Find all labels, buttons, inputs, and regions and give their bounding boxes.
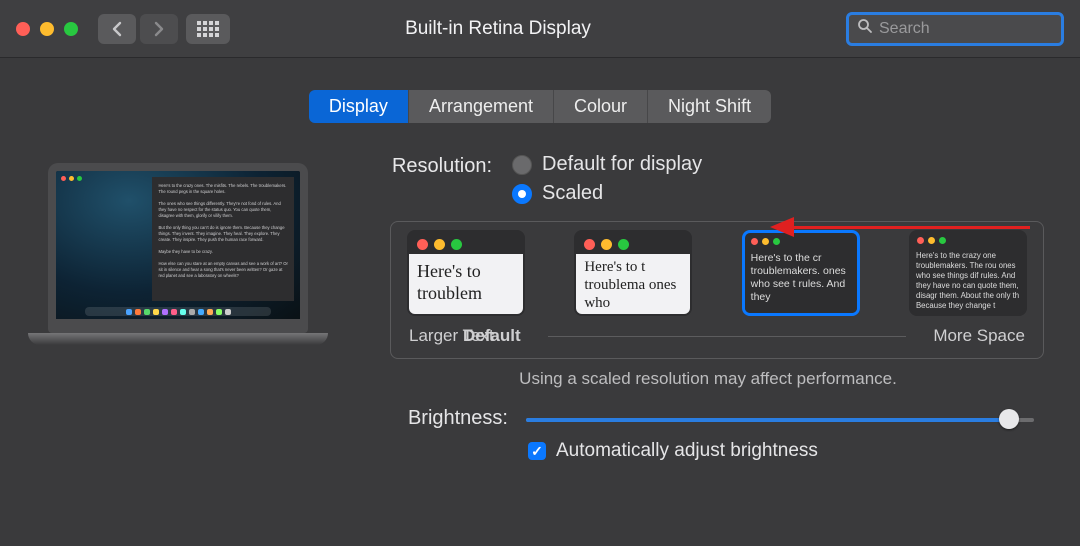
radio-icon — [512, 184, 532, 204]
zoom-window-button[interactable] — [64, 22, 78, 36]
resolution-option-4[interactable]: Here's to the crazy one troublemakers. T… — [909, 230, 1027, 316]
tab-arrangement[interactable]: Arrangement — [409, 90, 554, 123]
resolution-option-2[interactable]: Here's to t troublema ones who — [574, 230, 692, 316]
scaled-resolution-picker: Here's to troublem Here's to t troublema… — [390, 221, 1044, 359]
radio-icon — [512, 155, 532, 175]
label-default: Default — [463, 326, 521, 346]
brightness-label: Brightness: — [372, 407, 508, 430]
radio-scaled[interactable]: Scaled — [512, 182, 702, 205]
search-input[interactable] — [879, 20, 1080, 38]
forward-button[interactable] — [140, 14, 178, 44]
checkbox-icon: ✓ — [528, 442, 546, 460]
radio-default-for-display[interactable]: Default for display — [512, 153, 702, 176]
radio-label: Default for display — [542, 153, 702, 176]
tab-display[interactable]: Display — [309, 90, 409, 123]
divider — [548, 336, 906, 337]
slider-knob[interactable] — [999, 409, 1019, 429]
close-window-button[interactable] — [16, 22, 30, 36]
checkbox-label: Automatically adjust brightness — [556, 440, 818, 462]
radio-label: Scaled — [542, 182, 603, 205]
resolution-label: Resolution: — [372, 153, 492, 178]
display-preview: Here's to the crazy ones. The misfits. T… — [48, 163, 328, 462]
tab-colour[interactable]: Colour — [554, 90, 648, 123]
search-icon — [857, 18, 873, 39]
back-button[interactable] — [98, 14, 136, 44]
nav-buttons — [98, 14, 178, 44]
minimize-window-button[interactable] — [40, 22, 54, 36]
brightness-slider[interactable] — [526, 409, 1034, 429]
auto-brightness-checkbox[interactable]: ✓ Automatically adjust brightness — [528, 440, 1044, 462]
window-title: Built-in Retina Display — [150, 18, 846, 40]
tab-bar: Display Arrangement Colour Night Shift — [0, 90, 1080, 123]
resolution-option-1[interactable]: Here's to troublem — [407, 230, 525, 316]
tab-night-shift[interactable]: Night Shift — [648, 90, 771, 123]
titlebar: Built-in Retina Display — [0, 0, 1080, 58]
label-more-space: More Space — [933, 326, 1025, 346]
performance-warning: Using a scaled resolution may affect per… — [372, 369, 1044, 389]
window-controls — [16, 22, 78, 36]
search-field[interactable] — [846, 12, 1064, 46]
resolution-option-3[interactable]: Here's to the cr troublemakers. ones who… — [742, 230, 860, 316]
